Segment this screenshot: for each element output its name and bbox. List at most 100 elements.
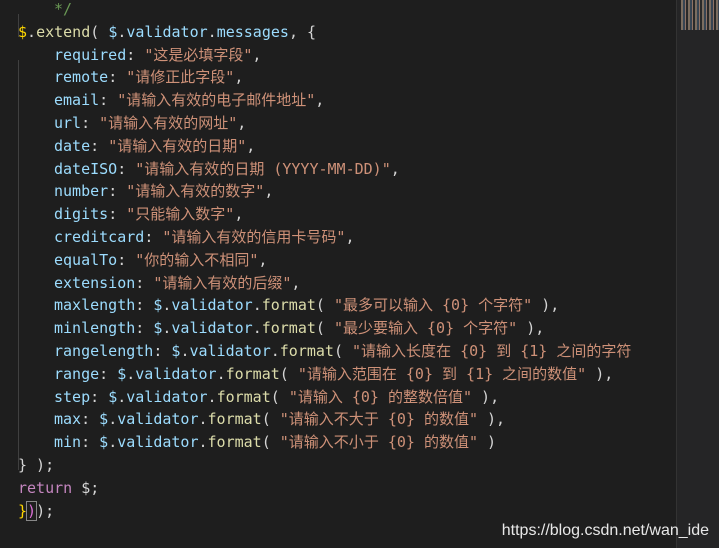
token-colon: : [81,433,100,452]
entry-value: "请输入有效的信用卡号码" [162,227,346,246]
token-comma: , [252,45,262,64]
token-colon: : [117,159,136,178]
token-format-call: . [108,410,118,429]
token-format-call: format [216,387,271,406]
token-comma: , [291,273,301,292]
code-line-entry: creditcard: "请输入有效的信用卡号码", [18,226,676,265]
token-comma: , [345,227,355,246]
entry-value: "请输入不大于 {0} 的数值" [279,410,478,429]
token-brace: , { [288,22,317,41]
token-comma: , [234,68,244,87]
entry-value: "最少要输入 {0} 个字符" [333,319,518,338]
code-line-entry: remote: "请修正此字段", [18,66,676,106]
entry-value: "请输入长度在 {0} 到 {1} 之间的字符 [352,341,632,360]
token-format-call: . [126,364,136,383]
entry-key: required [54,45,127,64]
token-colon: : [135,319,154,338]
token-dot: . [27,22,37,41]
token-format-call: . [270,341,280,360]
token-colon: : [90,387,109,406]
code-line-entry: range: $.validator.format( "请输入范围在 {0} 到… [18,363,676,402]
entry-value: "请修正此字段" [126,68,235,87]
token-format-call: ( [261,433,280,452]
token-brace: } [18,501,28,520]
token-colon: : [108,182,127,201]
code-line-entry: rangelength: $.validator.format( "请输入长度在… [18,340,676,379]
token-format-call: validator [171,319,253,338]
token-tail: ), [478,410,506,429]
token-tail: ), [586,364,614,383]
code-line-return: return $; [18,477,676,500]
code-line-entry: maxlength: $.validator.format( "最多可以输入 {… [18,294,676,334]
token-comma: , [234,205,244,224]
code-line-entry: number: "请输入有效的数字", [18,180,676,220]
token-colon: : [99,91,118,110]
token-colon: : [81,410,100,429]
token-paren-matched: ) [26,500,38,521]
token-format-call: format [261,296,316,315]
code-line-final: })); [18,500,676,523]
token-colon: : [144,227,163,246]
token-colon: : [135,296,154,315]
code-line-entry: step: $.validator.format( "请输入 {0} 的整数倍值… [18,386,676,425]
token-format-call: . [207,387,217,406]
token-format-call: . [198,410,208,429]
code-line-entry: min: $.validator.format( "请输入不小于 {0} 的数值… [18,431,676,470]
token-comma: , [390,159,400,178]
scrollbar[interactable] [676,0,719,548]
token-colon: : [153,341,172,360]
code-line-entry: required: "这是必填字段", [18,44,676,83]
token-format-call: validator [117,410,199,429]
token-tail: ), [532,296,560,315]
entry-key: digits [54,205,109,224]
token-format-call: validator [117,433,199,452]
token-format-call: validator [135,364,217,383]
entry-value: "请输入有效的网址" [99,113,238,132]
token-format-call: ( [315,319,334,338]
minimap-thumbnail[interactable] [681,0,719,30]
code-line-close-extend: } ); [18,454,676,477]
token-format-call: . [252,296,262,315]
entry-value: "最多可以输入 {0} 个字符" [333,296,533,315]
code-line-entry: date: "请输入有效的日期", [18,135,676,174]
entry-value: "请输入范围在 {0} 到 {1} 之间的数值" [297,364,587,383]
token-return: return [18,478,73,497]
token-format-call: $ [117,364,127,383]
token-format-call: ( [279,364,298,383]
comment-close: */ [54,0,73,18]
code-line-entry: minlength: $.validator.format( "最少要输入 {0… [18,317,676,356]
entry-value: "请输入 {0} 的整数倍值" [288,387,473,406]
token-format-call: format [207,410,262,429]
token-format-call: ( [270,387,289,406]
token-messages: messages [216,22,289,41]
entry-key: number [54,182,109,201]
entry-key: remote [54,68,109,87]
token-format-call: format [261,319,316,338]
entry-value: "请输入有效的后缀" [153,273,292,292]
token-format-call: validator [171,296,253,315]
token-format-call: format [225,364,280,383]
code-line-entry: digits: "只能输入数字", [18,203,676,242]
entry-value: "请输入有效的数字" [126,182,265,201]
code-line-entry: max: $.validator.format( "请输入不大于 {0} 的数值… [18,408,676,448]
token-extend: extend [36,22,91,41]
token-dollar: $ [18,22,28,41]
entry-key: min [54,433,82,452]
token-format-call: format [279,341,334,360]
entry-key: dateISO [54,159,118,178]
entry-key: equalTo [54,250,118,269]
token-colon: : [99,364,118,383]
entry-value: "请输入不小于 {0} 的数值" [279,433,478,452]
entry-key: email [54,91,100,110]
entry-key: maxlength [54,296,136,315]
token-close-extend: } ); [18,455,55,474]
token-return-value: $; [72,478,100,497]
entry-key: minlength [54,319,136,338]
token-format-call: validator [126,387,208,406]
code-line-entry: email: "请输入有效的电子邮件地址", [18,89,676,128]
token-colon: : [135,273,154,292]
entry-key: step [54,387,91,406]
code-lines: */ $.extend( $.validator.messages, { req… [18,0,676,522]
code-editor[interactable]: */ $.extend( $.validator.messages, { req… [0,0,676,548]
entry-key: creditcard [54,227,145,246]
